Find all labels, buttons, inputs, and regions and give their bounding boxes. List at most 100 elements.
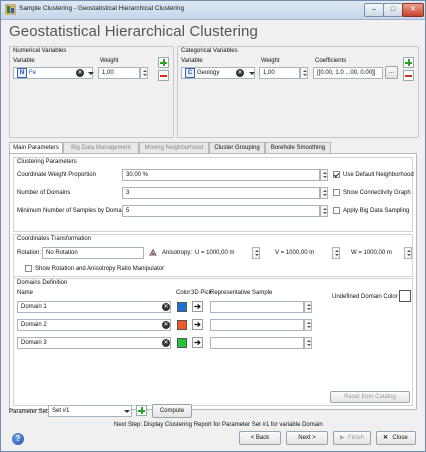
num-domains-spinner[interactable] <box>320 187 328 199</box>
clear-domain-name-icon[interactable]: ✕ <box>162 321 170 329</box>
minimize-button[interactable]: – <box>364 3 384 17</box>
reset-from-catalog-button[interactable]: Reset from Catalog <box>330 391 410 403</box>
pick-3d-arrow-icon[interactable]: ➔ <box>192 301 203 312</box>
domain-rep-sample-header: Representative Sample <box>210 290 273 296</box>
close-window-button[interactable]: ✕ <box>402 3 424 17</box>
tab-borehole-smoothing[interactable]: Borehole Smoothing <box>265 142 331 153</box>
categorical-weight-input[interactable]: 1,00 <box>259 67 300 79</box>
show-manipulator-checkbox[interactable] <box>25 265 32 272</box>
representative-sample-input[interactable] <box>210 319 304 331</box>
anisotropy-u-spinner[interactable] <box>252 247 260 259</box>
representative-sample-spinner[interactable] <box>304 319 312 331</box>
use-default-neighborhood-label: Use Default Neighborhood <box>343 172 414 178</box>
clustering-parameters-title: Clustering Parameters <box>17 159 77 165</box>
numerical-variable-header: Variable <box>13 58 35 64</box>
remove-numerical-variable-button[interactable] <box>158 70 169 81</box>
tab-big-data-management[interactable]: Big Data Management <box>63 142 139 153</box>
categorical-variable-header: Variable <box>181 58 203 64</box>
anisotropy-v-input[interactable]: V = 1000,00 m <box>271 247 331 259</box>
coord-weight-spinner[interactable] <box>320 169 328 181</box>
rotation-field[interactable]: No Rotation <box>42 247 144 259</box>
chevron-down-icon[interactable] <box>88 72 94 75</box>
page-title: Geostatistical Hierarchical Clustering <box>9 23 258 40</box>
categorical-weight-spinner[interactable] <box>300 67 308 79</box>
back-button[interactable]: < Back <box>239 431 281 445</box>
clear-numerical-variable-icon[interactable]: ✕ <box>76 69 84 77</box>
num-domains-label: Number of Domains <box>17 190 71 196</box>
categorical-variables-group: Categorical Variables Variable Weight Co… <box>177 46 419 138</box>
clustering-parameters-section: Clustering Parameters Coordinate Weight … <box>13 157 414 232</box>
clear-categorical-variable-icon[interactable]: ✕ <box>236 69 244 77</box>
dialog-window: Sample Clustering - Geostatistical Hiera… <box>0 0 426 452</box>
numeric-variable-icon: N <box>17 68 27 78</box>
chevron-down-icon[interactable] <box>249 72 255 75</box>
domains-definition-title: Domains Definition <box>17 280 68 286</box>
show-manipulator-label: Show Rotation and Anisotropy Ratio Manip… <box>35 266 165 272</box>
domain-color-swatch[interactable] <box>177 320 187 330</box>
add-categorical-variable-button[interactable] <box>403 57 414 68</box>
domain-color-swatch[interactable] <box>177 302 187 312</box>
apply-big-data-sampling-checkbox[interactable] <box>333 207 340 214</box>
min-samples-spinner[interactable] <box>320 205 328 217</box>
representative-sample-spinner[interactable] <box>304 301 312 313</box>
add-numerical-variable-button[interactable] <box>158 57 169 68</box>
numerical-weight-input[interactable]: 1,00 <box>98 67 140 79</box>
tab-cluster-grouping[interactable]: Cluster Grouping <box>209 142 265 153</box>
next-step-text: Next Step: Display Clustering Report for… <box>114 422 323 428</box>
domain-color-swatch[interactable] <box>177 338 187 348</box>
rotate-tool-icon[interactable] <box>148 248 158 258</box>
compute-button[interactable]: Compute <box>152 404 192 418</box>
anisotropy-u-input[interactable]: U = 1000,00 m <box>191 247 251 259</box>
categorical-weight-header: Weight <box>261 58 280 64</box>
numerical-variable-value: Fe <box>29 70 37 76</box>
coefficients-field[interactable]: [[0.00, 1.0 ...00, 0.00]] <box>313 67 383 79</box>
coord-weight-label: Coordinate Weight Proportion <box>17 172 96 178</box>
maximize-button[interactable]: □ <box>383 3 403 17</box>
edit-coefficients-button[interactable]: ... <box>385 66 398 79</box>
numerical-weight-spinner[interactable] <box>140 67 148 79</box>
undefined-domain-color-swatch[interactable] <box>399 290 411 302</box>
representative-sample-input[interactable] <box>210 337 304 349</box>
clear-domain-name-icon[interactable]: ✕ <box>162 339 170 347</box>
anisotropy-w-spinner[interactable] <box>404 247 412 259</box>
representative-sample-spinner[interactable] <box>304 337 312 349</box>
pick-3d-arrow-icon[interactable]: ➔ <box>192 337 203 348</box>
domain-name-input[interactable]: Domain 2 <box>17 319 171 331</box>
close-button-label: Close <box>392 435 408 441</box>
rotation-label: Rotation: <box>17 250 42 256</box>
domain-name-input[interactable]: Domain 1 <box>17 301 171 313</box>
chevron-down-icon[interactable] <box>124 410 130 413</box>
show-connectivity-graph-label: Show Connectivity Graph <box>343 190 411 196</box>
finish-button[interactable]: ▶ Finish <box>333 431 371 445</box>
next-button[interactable]: Next > <box>286 431 328 445</box>
main-parameters-panel: Clustering Parameters Coordinate Weight … <box>9 153 417 410</box>
representative-sample-input[interactable] <box>210 301 304 313</box>
categorical-variable-icon: C <box>185 68 195 78</box>
categorical-variable-value: Geology <box>197 70 220 76</box>
close-icon: ✕ <box>383 435 389 441</box>
use-default-neighborhood-checkbox[interactable] <box>333 171 340 178</box>
categorical-group-title: Categorical Variables <box>181 48 238 54</box>
num-domains-input[interactable]: 3 <box>122 187 320 199</box>
close-button[interactable]: ✕ Close <box>376 431 416 445</box>
add-parameter-set-button[interactable] <box>136 405 147 416</box>
domain-name-header: Name <box>17 290 34 296</box>
min-samples-input[interactable]: 5 <box>122 205 320 217</box>
parameter-set-select[interactable]: Set #1 <box>48 405 132 417</box>
anisotropy-v-spinner[interactable] <box>332 247 340 259</box>
show-connectivity-graph-checkbox[interactable] <box>333 189 340 196</box>
remove-categorical-variable-button[interactable] <box>403 70 414 81</box>
clear-domain-name-icon[interactable]: ✕ <box>162 303 170 311</box>
undefined-domain-color-label: Undefined Domain Color <box>332 294 398 300</box>
tab-moving-neighborhood[interactable]: Moving Neighborhood <box>139 142 209 153</box>
apply-big-data-sampling-label: Apply Big Data Sampling <box>343 208 410 214</box>
play-icon: ▶ <box>340 435 345 441</box>
pick-3d-arrow-icon[interactable]: ➔ <box>192 319 203 330</box>
coord-weight-input[interactable]: 30,00 % <box>122 169 320 181</box>
domain-name-input[interactable]: Domain 3 <box>17 337 171 349</box>
anisotropy-label: Anisotropy: <box>162 250 193 256</box>
anisotropy-w-input[interactable]: W = 1000,00 m <box>347 247 403 259</box>
help-icon[interactable]: ? <box>12 433 24 445</box>
domain-3dpick-header: 3D Pick <box>191 290 212 296</box>
window-title: Sample Clustering - Geostatistical Hiera… <box>19 5 185 12</box>
